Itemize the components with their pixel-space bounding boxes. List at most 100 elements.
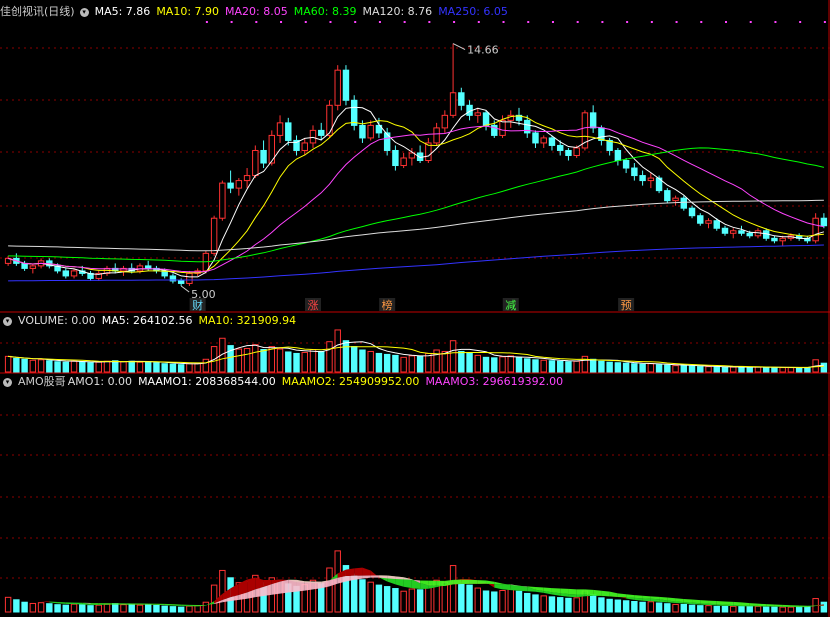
- volume-bar: [359, 349, 366, 373]
- volume-bar: [367, 350, 374, 373]
- volume-bar: [128, 360, 135, 373]
- amo-bar: [95, 604, 102, 613]
- event-marker: 财: [192, 298, 203, 312]
- volume-bar: [556, 360, 564, 373]
- candle-body: [548, 137, 556, 146]
- candle-body: [474, 112, 482, 116]
- amo-bar: [70, 603, 78, 613]
- ma-label: MA10: 7.90: [156, 5, 220, 18]
- amo-band-2: [560, 588, 569, 594]
- amo-band-2: [790, 605, 800, 607]
- volume-bar: [46, 360, 53, 373]
- volume-bar: [70, 360, 78, 373]
- signal-dot: [774, 21, 777, 23]
- event-marker: 涨: [308, 299, 319, 312]
- amo-bar: [680, 603, 688, 613]
- volume-bar: [161, 363, 168, 373]
- amo-band-2: [469, 579, 478, 584]
- candle-body: [235, 180, 243, 189]
- amo-bar: [103, 603, 111, 613]
- amo-band-2: [716, 601, 725, 605]
- amo-band: [354, 567, 363, 576]
- amo-bar: [87, 605, 94, 613]
- amo-settings-icon[interactable]: ▾: [3, 377, 12, 387]
- amo-band-2: [593, 589, 602, 596]
- signal-dot: [477, 21, 480, 23]
- amo-label: MAAMO1: 208368544.00: [138, 375, 276, 388]
- candle-body: [713, 220, 720, 229]
- signal-dot: [601, 21, 604, 23]
- amo-bar: [375, 584, 383, 613]
- amo-band-2: [477, 580, 487, 584]
- volume-bar: [342, 340, 350, 373]
- volume-bar: [466, 352, 473, 373]
- amo-bar: [326, 567, 333, 613]
- amo-bar: [622, 600, 630, 613]
- amo-bar: [795, 606, 803, 613]
- candle-body: [631, 167, 638, 177]
- volume-bar: [375, 352, 383, 373]
- signal-dot: [428, 21, 431, 23]
- amo-band-2: [675, 598, 684, 603]
- candle-body: [276, 122, 284, 136]
- volume-bar: [202, 358, 210, 373]
- signal-dot: [304, 21, 307, 23]
- amo-title: AMO股哥: [18, 375, 66, 388]
- candle-body: [672, 197, 679, 202]
- amo-band-2: [766, 604, 775, 607]
- amo-bar: [515, 590, 523, 613]
- volume-bar: [326, 341, 333, 373]
- volume-bar: [507, 355, 514, 373]
- amo-header: ▾ AMO股哥 AMO1: 0.00 MAAMO1: 208368544.00 MAAM…: [0, 374, 575, 390]
- amo-band-2: [313, 581, 322, 590]
- volume-bar: [54, 361, 61, 373]
- volume-bar: [21, 358, 28, 373]
- amo-bar: [112, 603, 119, 613]
- amo-bar: [202, 601, 210, 613]
- amo-bar: [787, 606, 795, 613]
- chart-canvas: 14.665.00财涨榜减预: [0, 0, 830, 617]
- volume-bar: [29, 359, 37, 373]
- amo-bar: [730, 605, 737, 613]
- candle-body: [219, 182, 226, 219]
- amo-band-2: [296, 579, 305, 592]
- amo-bar: [532, 594, 539, 613]
- volume-bar: [186, 363, 193, 373]
- amo-bar: [474, 587, 482, 613]
- volume-bar: [37, 359, 45, 373]
- volume-bar: [293, 352, 300, 373]
- volume-bar: [664, 364, 671, 373]
- price-settings-icon[interactable]: ▾: [79, 7, 89, 17]
- amo-bar: [128, 603, 135, 613]
- amo-bar: [697, 605, 704, 613]
- amo-bar: [738, 605, 745, 613]
- candle-body: [680, 197, 688, 209]
- amo-band-2: [304, 581, 313, 591]
- ma-label: MA250: 6.05: [438, 5, 508, 18]
- volume-bar: [721, 366, 729, 373]
- low-arrow: [180, 285, 190, 293]
- signal-dot: [230, 21, 233, 23]
- ma-line-ma5: [7, 106, 825, 278]
- amo-bar: [647, 601, 655, 613]
- amo-band: [510, 584, 519, 591]
- volume-bar: [565, 361, 572, 373]
- volume-bar: [482, 356, 490, 373]
- amo-band-2: [395, 576, 404, 580]
- amo-bar: [820, 601, 828, 613]
- candle-body: [359, 124, 366, 139]
- volume-bar: [746, 366, 753, 373]
- volume-settings-icon[interactable]: ▾: [3, 316, 12, 326]
- amo-bar: [548, 596, 556, 613]
- candle-body: [243, 175, 251, 182]
- amo-bar: [565, 597, 572, 613]
- signal-dot: [749, 21, 752, 23]
- signal-dot: [280, 21, 283, 23]
- volume-bar: [589, 358, 597, 373]
- amo-band-2: [617, 593, 627, 598]
- candle-body: [779, 237, 786, 242]
- volume-label: MA5: 264102.56: [101, 314, 193, 327]
- volume-bar: [383, 353, 391, 373]
- candle-body: [746, 232, 753, 237]
- amo-bar: [392, 588, 399, 613]
